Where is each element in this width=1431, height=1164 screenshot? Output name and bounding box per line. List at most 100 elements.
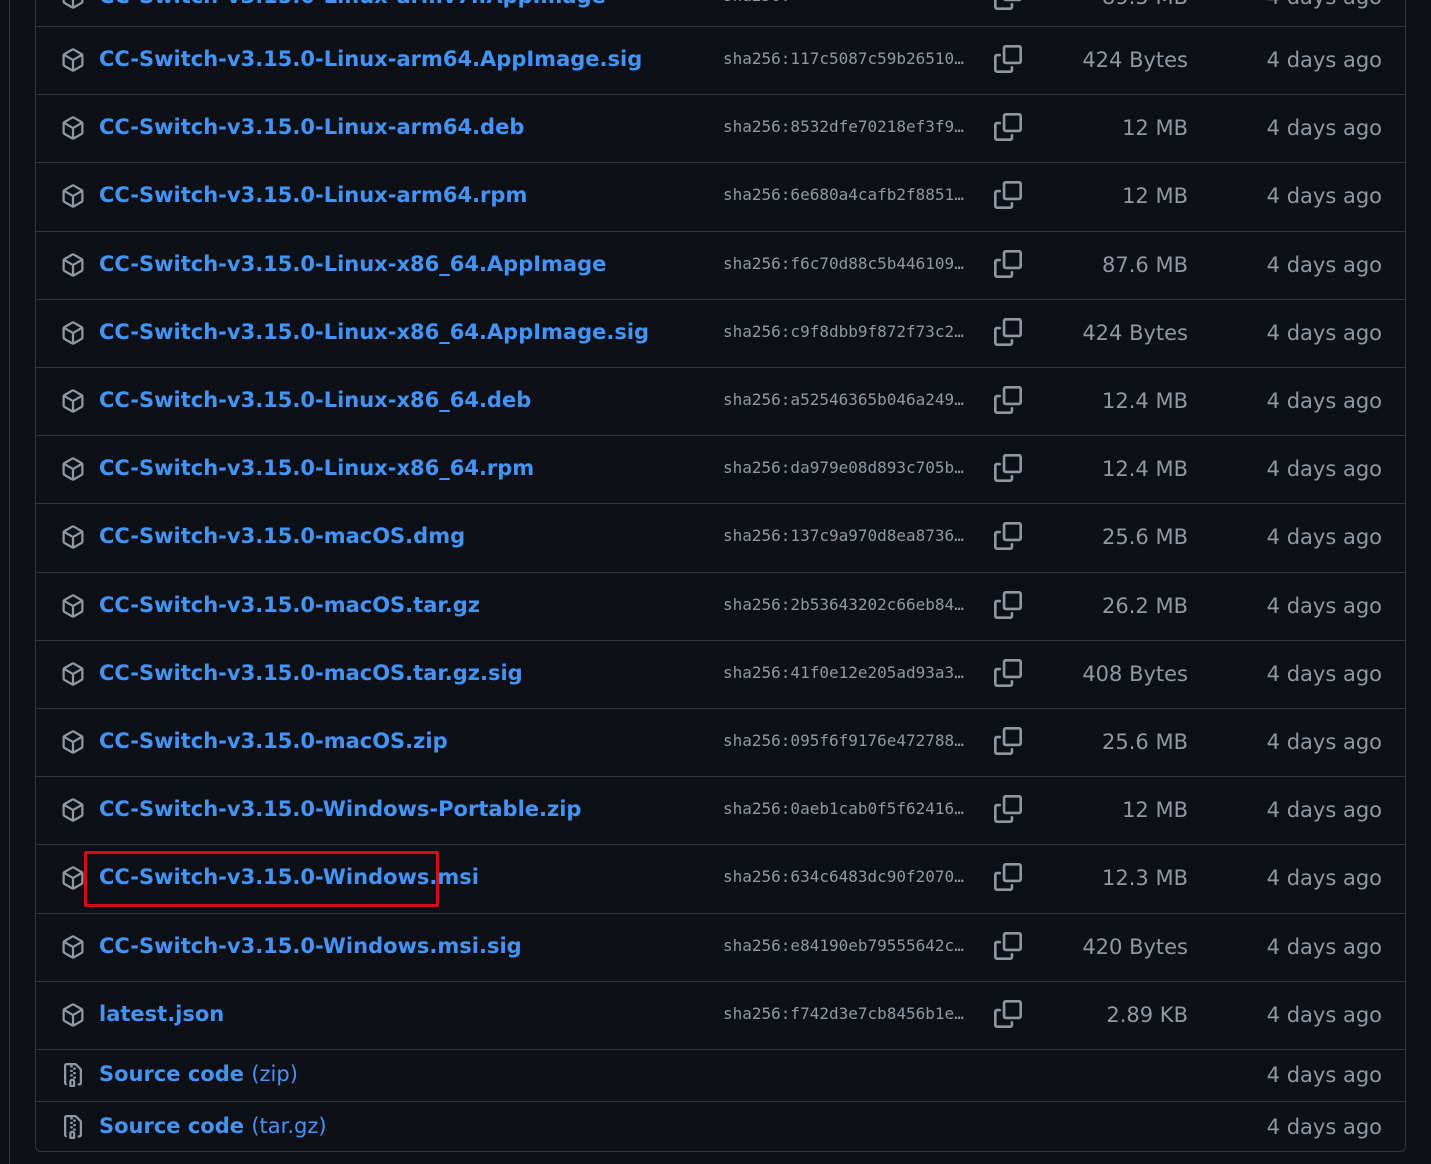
package-icon xyxy=(61,525,85,549)
package-icon xyxy=(61,730,85,754)
package-icon xyxy=(61,1003,85,1027)
asset-size: 2.89 KB xyxy=(1106,1002,1188,1027)
copy-icon[interactable] xyxy=(994,386,1022,414)
asset-size: 12.3 MB xyxy=(1102,866,1188,891)
asset-row: CC-Switch-v3.15.0-Linux-arm64.AppImage.s… xyxy=(36,26,1405,94)
copy-icon[interactable] xyxy=(994,863,1022,891)
package-icon xyxy=(61,662,85,686)
asset-sha256: sha256:0aeb1cab0f5f62416… xyxy=(723,799,964,819)
asset-row: CC-Switch-v3.15.0-macOS.tar.gz sha256:2b5… xyxy=(36,571,1405,640)
asset-date: 4 days ago xyxy=(1266,48,1382,73)
asset-sha256: sha256:8532dfe70218ef3f9… xyxy=(723,117,964,137)
asset-size: 25.6 MB xyxy=(1102,730,1188,755)
asset-name-link[interactable]: CC-Switch-v3.15.0-Linux-arm64.deb xyxy=(99,115,524,139)
asset-size: 420 Bytes xyxy=(1082,934,1188,959)
source-code-link[interactable]: Source code (tar.gz) xyxy=(99,1114,327,1138)
asset-name-link[interactable]: CC-Switch-v3.15.0-Linux-x86_64.rpm xyxy=(99,456,534,480)
copy-icon[interactable] xyxy=(994,181,1022,209)
package-icon xyxy=(61,116,85,140)
asset-sha256: sha256:095f6f9176e472788… xyxy=(723,731,964,751)
copy-icon[interactable] xyxy=(994,522,1022,550)
asset-name-link[interactable]: CC-Switch-v3.15.0-Linux-arm64.rpm xyxy=(99,183,527,207)
source-code-row: Source code (zip) 4 days ago xyxy=(36,1049,1405,1101)
asset-date: 4 days ago xyxy=(1266,934,1382,959)
asset-date: 4 days ago xyxy=(1266,593,1382,618)
copy-icon[interactable] xyxy=(994,932,1022,960)
source-code-date: 4 days ago xyxy=(1266,1063,1382,1087)
page-divider xyxy=(9,0,10,1164)
asset-name-link[interactable]: CC-Switch-v3.15.0-Linux-x86_64.deb xyxy=(99,388,531,412)
asset-sha256: sha256:f6c70d88c5b446109… xyxy=(723,253,964,273)
copy-icon[interactable] xyxy=(994,45,1022,73)
asset-row: CC-Switch-v3.15.0-Linux-x86_64.AppImage.… xyxy=(36,298,1405,367)
package-icon xyxy=(61,798,85,822)
asset-size: 424 Bytes xyxy=(1082,320,1188,345)
asset-sha256: sha256:117c5087c59b26510… xyxy=(723,49,964,69)
source-code-label: Source code xyxy=(99,1062,245,1086)
asset-sha256: sha256:c9f8dbb9f872f73c2… xyxy=(723,321,964,341)
asset-name-link[interactable]: latest.json xyxy=(99,1002,224,1026)
asset-size: 424 Bytes xyxy=(1082,48,1188,73)
release-assets-list: CC-Switch-v3.15.0-Linux-armv7l.AppImage s… xyxy=(35,0,1406,1152)
asset-sha256: sha256: xyxy=(723,0,985,5)
asset-date: 4 days ago xyxy=(1266,525,1382,550)
asset-date: 4 days ago xyxy=(1266,389,1382,414)
asset-sha256: sha256:2b53643202c66eb84… xyxy=(723,594,964,614)
copy-icon[interactable] xyxy=(994,591,1022,619)
asset-date: 4 days ago xyxy=(1266,320,1382,345)
asset-size: 89.5 MB xyxy=(1102,0,1188,9)
asset-row: CC-Switch-v3.15.0-Linux-armv7l.AppImage s… xyxy=(36,0,1405,26)
asset-name-link[interactable]: CC-Switch-v3.15.0-Linux-armv7l.AppImage xyxy=(99,0,606,8)
asset-size: 25.6 MB xyxy=(1102,525,1188,550)
asset-size: 408 Bytes xyxy=(1082,661,1188,686)
asset-row: latest.json sha256:f742d3e7cb8456b1e… 2.89… xyxy=(36,980,1405,1049)
asset-sha256: sha256:41f0e12e205ad93a3… xyxy=(723,662,964,682)
copy-icon[interactable] xyxy=(994,1000,1022,1028)
package-icon xyxy=(61,184,85,208)
asset-size: 12.4 MB xyxy=(1102,457,1188,482)
asset-name-link[interactable]: CC-Switch-v3.15.0-Linux-x86_64.AppImage xyxy=(99,252,606,276)
asset-name-link[interactable]: CC-Switch-v3.15.0-macOS.tar.gz xyxy=(99,593,480,617)
asset-sha256: sha256:e84190eb79555642c… xyxy=(723,935,964,955)
asset-name-link[interactable]: CC-Switch-v3.15.0-Linux-arm64.AppImage.s… xyxy=(99,47,642,71)
source-code-link[interactable]: Source code (zip) xyxy=(99,1062,298,1086)
source-code-ext: (tar.gz) xyxy=(251,1114,327,1138)
copy-icon[interactable] xyxy=(994,318,1022,346)
copy-icon[interactable] xyxy=(994,113,1022,141)
asset-sha256: sha256:da979e08d893c705b… xyxy=(723,458,964,478)
asset-date: 4 days ago xyxy=(1266,116,1382,141)
asset-size: 12.4 MB xyxy=(1102,389,1188,414)
copy-icon[interactable] xyxy=(994,795,1022,823)
file-zip-icon xyxy=(61,1063,85,1087)
asset-row: CC-Switch-v3.15.0-Linux-x86_64.deb sha256… xyxy=(36,367,1405,435)
asset-name-link[interactable]: CC-Switch-v3.15.0-Linux-x86_64.AppImage.… xyxy=(99,320,649,344)
asset-sha256: sha256:f742d3e7cb8456b1e… xyxy=(723,1003,964,1023)
asset-name-link[interactable]: CC-Switch-v3.15.0-macOS.zip xyxy=(99,729,448,753)
asset-row: CC-Switch-v3.15.0-Windows-Portable.zip sh… xyxy=(36,776,1405,844)
package-icon xyxy=(61,457,85,481)
copy-icon[interactable] xyxy=(994,659,1022,687)
asset-row: CC-Switch-v3.15.0-macOS.tar.gz.sig sha256… xyxy=(36,639,1405,708)
asset-name-link[interactable]: CC-Switch-v3.15.0-macOS.dmg xyxy=(99,524,465,548)
copy-icon[interactable] xyxy=(994,727,1022,755)
package-icon xyxy=(61,935,85,959)
asset-date: 4 days ago xyxy=(1266,866,1382,891)
asset-name-link[interactable]: CC-Switch-v3.15.0-macOS.tar.gz.sig xyxy=(99,661,523,685)
package-icon xyxy=(61,48,85,72)
asset-size: 12 MB xyxy=(1122,798,1188,823)
file-zip-icon xyxy=(61,1115,85,1139)
asset-name-link[interactable]: CC-Switch-v3.15.0-Windows.msi.sig xyxy=(99,934,522,958)
copy-icon[interactable] xyxy=(994,250,1022,278)
copy-icon[interactable] xyxy=(994,454,1022,482)
asset-date: 4 days ago xyxy=(1266,184,1382,209)
package-icon xyxy=(61,594,85,618)
asset-sha256: sha256:a52546365b046a249… xyxy=(723,390,964,410)
package-icon xyxy=(61,0,85,9)
asset-date: 4 days ago xyxy=(1266,661,1382,686)
copy-icon[interactable] xyxy=(994,0,1022,10)
asset-size: 12 MB xyxy=(1122,184,1188,209)
package-icon xyxy=(61,866,85,890)
source-code-label: Source code xyxy=(99,1114,245,1138)
source-code-row: Source code (tar.gz) 4 days ago xyxy=(36,1101,1405,1153)
asset-name-link[interactable]: CC-Switch-v3.15.0-Windows-Portable.zip xyxy=(99,797,581,821)
